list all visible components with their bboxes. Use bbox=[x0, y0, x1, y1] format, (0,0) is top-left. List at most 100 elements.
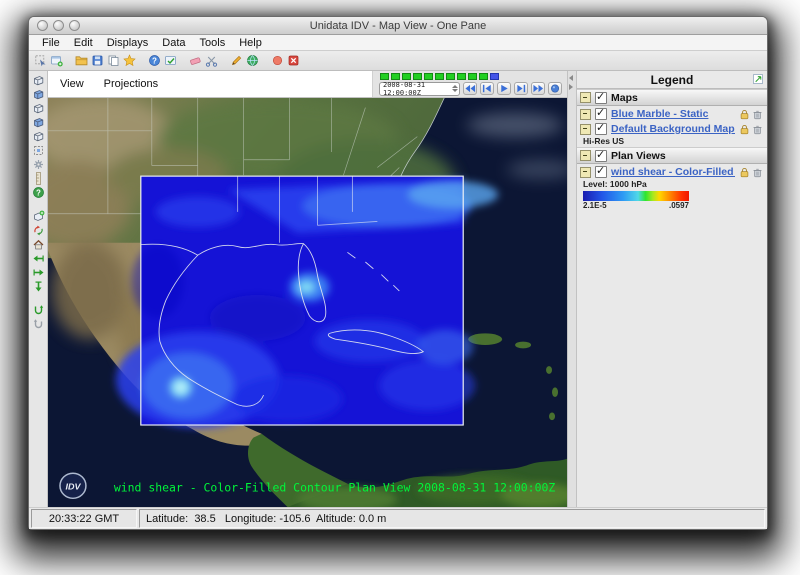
legend-item-wind-shear: wind shear - Color-Filled Contour... Lev… bbox=[577, 164, 767, 211]
rotate-arrows-icon[interactable] bbox=[32, 224, 45, 237]
trash-icon[interactable] bbox=[752, 167, 763, 178]
collapse-right-icon[interactable] bbox=[569, 84, 573, 90]
cursor-position-cell: Latitude: 38.5 Longitude: -105.6 Altitud… bbox=[139, 509, 765, 528]
time-step-indicator[interactable] bbox=[380, 73, 562, 80]
collapse-left-icon[interactable] bbox=[569, 75, 573, 81]
front-view-cube-icon[interactable] bbox=[32, 102, 45, 115]
open-bundle-icon[interactable] bbox=[74, 54, 88, 68]
zoom-window-button[interactable] bbox=[69, 20, 80, 31]
close-window-button[interactable] bbox=[37, 20, 48, 31]
time-stepper[interactable] bbox=[451, 84, 458, 93]
collapse-background-maps-icon[interactable] bbox=[580, 124, 591, 135]
menu-tools[interactable]: Tools bbox=[193, 37, 233, 49]
main-content: View Projections bbox=[29, 71, 767, 507]
projections-globe-icon[interactable] bbox=[245, 54, 259, 68]
capture-record-icon[interactable] bbox=[270, 54, 284, 68]
edit-pencil-icon[interactable] bbox=[229, 54, 243, 68]
collapse-plan-views-icon[interactable] bbox=[580, 150, 591, 161]
map-view[interactable]: IDV wind shear - Color-Filled Contour Pl… bbox=[48, 98, 567, 507]
help-icon[interactable] bbox=[147, 54, 161, 68]
new-display-window-icon[interactable] bbox=[49, 54, 63, 68]
blue-marble-checkbox[interactable] bbox=[595, 108, 607, 120]
float-legend-icon[interactable] bbox=[752, 73, 764, 85]
menu-help[interactable]: Help bbox=[232, 37, 269, 49]
time-step[interactable] bbox=[435, 73, 444, 80]
play-button[interactable] bbox=[497, 82, 511, 95]
save-bundle-icon[interactable] bbox=[90, 54, 104, 68]
ruler-icon[interactable] bbox=[32, 172, 45, 185]
color-scale-max: .0597 bbox=[669, 201, 689, 210]
legend-splitter[interactable] bbox=[567, 71, 577, 507]
tab-projections[interactable]: Projections bbox=[104, 78, 158, 90]
time-step[interactable] bbox=[468, 73, 477, 80]
time-select-combobox[interactable]: 2008-08-31 12:00:00Z bbox=[379, 82, 460, 96]
add-view-cube-icon[interactable] bbox=[32, 210, 45, 223]
maps-visibility-checkbox[interactable] bbox=[595, 92, 607, 104]
background-maps-checkbox[interactable] bbox=[595, 123, 607, 135]
fast-forward-button[interactable] bbox=[531, 82, 545, 95]
legend-item-background-maps: Default Background Maps Hi-Res US bbox=[577, 121, 767, 147]
time-step[interactable] bbox=[457, 73, 466, 80]
idv-main-window: Unidata IDV - Map View - One Pane File E… bbox=[28, 16, 768, 530]
select-region-icon[interactable] bbox=[32, 144, 45, 157]
side-view-cube-icon[interactable] bbox=[32, 116, 45, 129]
background-maps-link[interactable]: Default Background Maps bbox=[611, 123, 735, 135]
rewind-button[interactable] bbox=[463, 82, 477, 95]
redo-rotate-icon[interactable] bbox=[32, 318, 45, 331]
color-scale-bar[interactable] bbox=[583, 191, 689, 201]
time-step[interactable] bbox=[479, 73, 488, 80]
favorites-star-icon[interactable] bbox=[122, 54, 136, 68]
help-globe-icon[interactable] bbox=[32, 186, 45, 199]
collapse-wind-shear-icon[interactable] bbox=[580, 167, 591, 178]
lock-icon[interactable] bbox=[739, 124, 750, 135]
time-step[interactable] bbox=[424, 73, 433, 80]
time-step-current[interactable] bbox=[490, 73, 499, 80]
tab-view[interactable]: View bbox=[60, 78, 84, 90]
home-view-icon[interactable] bbox=[32, 238, 45, 251]
remove-displays-eraser-icon[interactable] bbox=[188, 54, 202, 68]
menu-edit[interactable]: Edit bbox=[67, 37, 100, 49]
perspective-cube-icon[interactable] bbox=[32, 130, 45, 143]
wind-shear-contour-overlay[interactable] bbox=[116, 176, 498, 428]
time-step[interactable] bbox=[391, 73, 400, 80]
blue-marble-link[interactable]: Blue Marble - Static bbox=[611, 108, 735, 120]
step-back-button[interactable] bbox=[480, 82, 494, 95]
trash-icon[interactable] bbox=[752, 109, 763, 120]
wind-shear-link[interactable]: wind shear - Color-Filled Contour... bbox=[611, 166, 735, 178]
menu-file[interactable]: File bbox=[35, 37, 67, 49]
window-title: Unidata IDV - Map View - One Pane bbox=[310, 20, 487, 32]
top-view-cube-icon[interactable] bbox=[32, 88, 45, 101]
lock-icon[interactable] bbox=[739, 109, 750, 120]
pan-left-icon[interactable] bbox=[32, 252, 45, 265]
animation-controls: 2008-08-31 12:00:00Z bbox=[372, 71, 567, 97]
remove-all-scissors-icon[interactable] bbox=[204, 54, 218, 68]
time-step[interactable] bbox=[413, 73, 422, 80]
data-chooser-icon[interactable] bbox=[163, 54, 177, 68]
time-step[interactable] bbox=[402, 73, 411, 80]
color-scale-min: 2.1E-5 bbox=[583, 201, 607, 210]
rotate-cube-icon[interactable] bbox=[32, 74, 45, 87]
time-step[interactable] bbox=[446, 73, 455, 80]
plan-views-section-label: Plan Views bbox=[611, 150, 666, 162]
minimize-window-button[interactable] bbox=[53, 20, 64, 31]
pan-down-icon[interactable] bbox=[32, 280, 45, 293]
undo-rotate-icon[interactable] bbox=[32, 304, 45, 317]
lock-icon[interactable] bbox=[739, 167, 750, 178]
exit-stop-icon[interactable] bbox=[286, 54, 300, 68]
plan-views-visibility-checkbox[interactable] bbox=[595, 150, 607, 162]
title-bar[interactable]: Unidata IDV - Map View - One Pane bbox=[29, 17, 767, 35]
pan-right-icon[interactable] bbox=[32, 266, 45, 279]
trash-icon[interactable] bbox=[752, 124, 763, 135]
collapse-maps-icon[interactable] bbox=[580, 92, 591, 103]
settings-gear-icon[interactable] bbox=[32, 158, 45, 171]
menu-displays[interactable]: Displays bbox=[100, 37, 156, 49]
menu-data[interactable]: Data bbox=[155, 37, 192, 49]
animation-properties-button[interactable] bbox=[548, 82, 562, 95]
step-forward-button[interactable] bbox=[514, 82, 528, 95]
collapse-blue-marble-icon[interactable] bbox=[580, 109, 591, 120]
wind-shear-checkbox[interactable] bbox=[595, 166, 607, 178]
legend-panel: Legend Maps Blue Marble - Static bbox=[577, 71, 767, 507]
show-dashboard-icon[interactable] bbox=[33, 54, 47, 68]
time-step[interactable] bbox=[380, 73, 389, 80]
copy-display-icon[interactable] bbox=[106, 54, 120, 68]
